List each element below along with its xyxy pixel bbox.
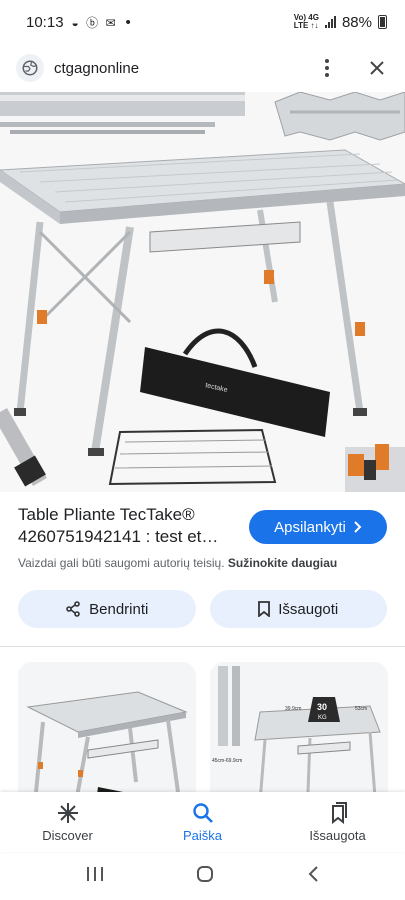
status-bar: 10:13 ◒ ⓑ ✉ • Vo) 4G LTE ↑↓ 88% [0, 0, 405, 44]
notification-icons: ◒ ⓑ ✉ [71, 15, 118, 30]
visit-button[interactable]: Apsilankyti [249, 510, 387, 544]
nav-discover[interactable]: Discover [0, 792, 135, 852]
save-label: Išsaugoti [278, 600, 339, 618]
chevron-right-icon [354, 521, 362, 533]
bottom-navigation: Discover Paiška Išsaugota [0, 792, 405, 852]
discover-icon [57, 802, 78, 823]
result-info: Table Pliante TecTake® 4260751942141 : t… [0, 492, 405, 628]
nav-saved-label: Išsaugota [309, 827, 366, 843]
weight-value: 30 [317, 702, 327, 712]
back-icon[interactable] [307, 865, 319, 888]
network-bottom: LTE ↑↓ [293, 21, 319, 30]
site-name[interactable]: ctgagnonline [54, 60, 315, 77]
status-left: 10:13 ◒ ⓑ ✉ • [26, 14, 131, 31]
share-label: Bendrinti [89, 600, 149, 618]
more-options-icon[interactable] [315, 56, 339, 80]
related-thumb-1[interactable] [18, 662, 196, 792]
browser-url-bar: ctgagnonline [0, 44, 405, 92]
related-images: 30 KG 39.9cm 53cm 45cm-69.9cm [18, 662, 388, 792]
copyright-text: Vaizdai gali būti saugomi autorių teisių… [18, 556, 225, 570]
saved-icon [331, 801, 347, 824]
close-icon[interactable] [365, 56, 389, 80]
signal-icon [324, 16, 336, 28]
home-icon[interactable] [196, 865, 214, 888]
share-button[interactable]: Bendrinti [18, 590, 196, 628]
search-icon [192, 802, 213, 823]
dimension-width: 39.9cm [285, 706, 301, 712]
share-icon [66, 601, 80, 617]
weight-unit: KG [318, 715, 327, 721]
system-navigation [0, 852, 405, 900]
result-title[interactable]: Table Pliante TecTake® 4260751942141 : t… [18, 504, 243, 548]
battery-icon [378, 15, 387, 29]
nav-saved[interactable]: Išsaugota [270, 792, 405, 852]
status-right: Vo) 4G LTE ↑↓ 88% [294, 14, 387, 31]
learn-more-link[interactable]: Sužinokite daugiau [228, 556, 337, 570]
battery-percent: 88% [341, 13, 372, 31]
network-indicator: Vo) 4G LTE ↑↓ [294, 14, 319, 30]
globe-icon [16, 54, 44, 82]
visit-button-label: Apsilankyti [274, 518, 346, 536]
status-time: 10:13 [26, 13, 64, 31]
nav-search-label: Paiška [182, 827, 223, 843]
notification-dot: • [125, 13, 131, 31]
dimension-depth: 53cm [355, 706, 367, 712]
dimension-height: 45cm-69.9cm [212, 758, 242, 764]
product-image[interactable]: tectake [0, 92, 405, 492]
bookmark-icon [258, 601, 271, 617]
nav-search[interactable]: Paiška [135, 792, 270, 852]
nav-discover-label: Discover [42, 827, 93, 843]
save-button[interactable]: Išsaugoti [209, 590, 387, 628]
recent-apps-icon[interactable] [86, 866, 104, 887]
section-divider [0, 646, 405, 647]
copyright-note: Vaizdai gali būti saugomi autorių teisių… [18, 556, 387, 570]
related-thumb-2[interactable]: 30 KG 39.9cm 53cm 45cm-69.9cm [210, 662, 388, 792]
